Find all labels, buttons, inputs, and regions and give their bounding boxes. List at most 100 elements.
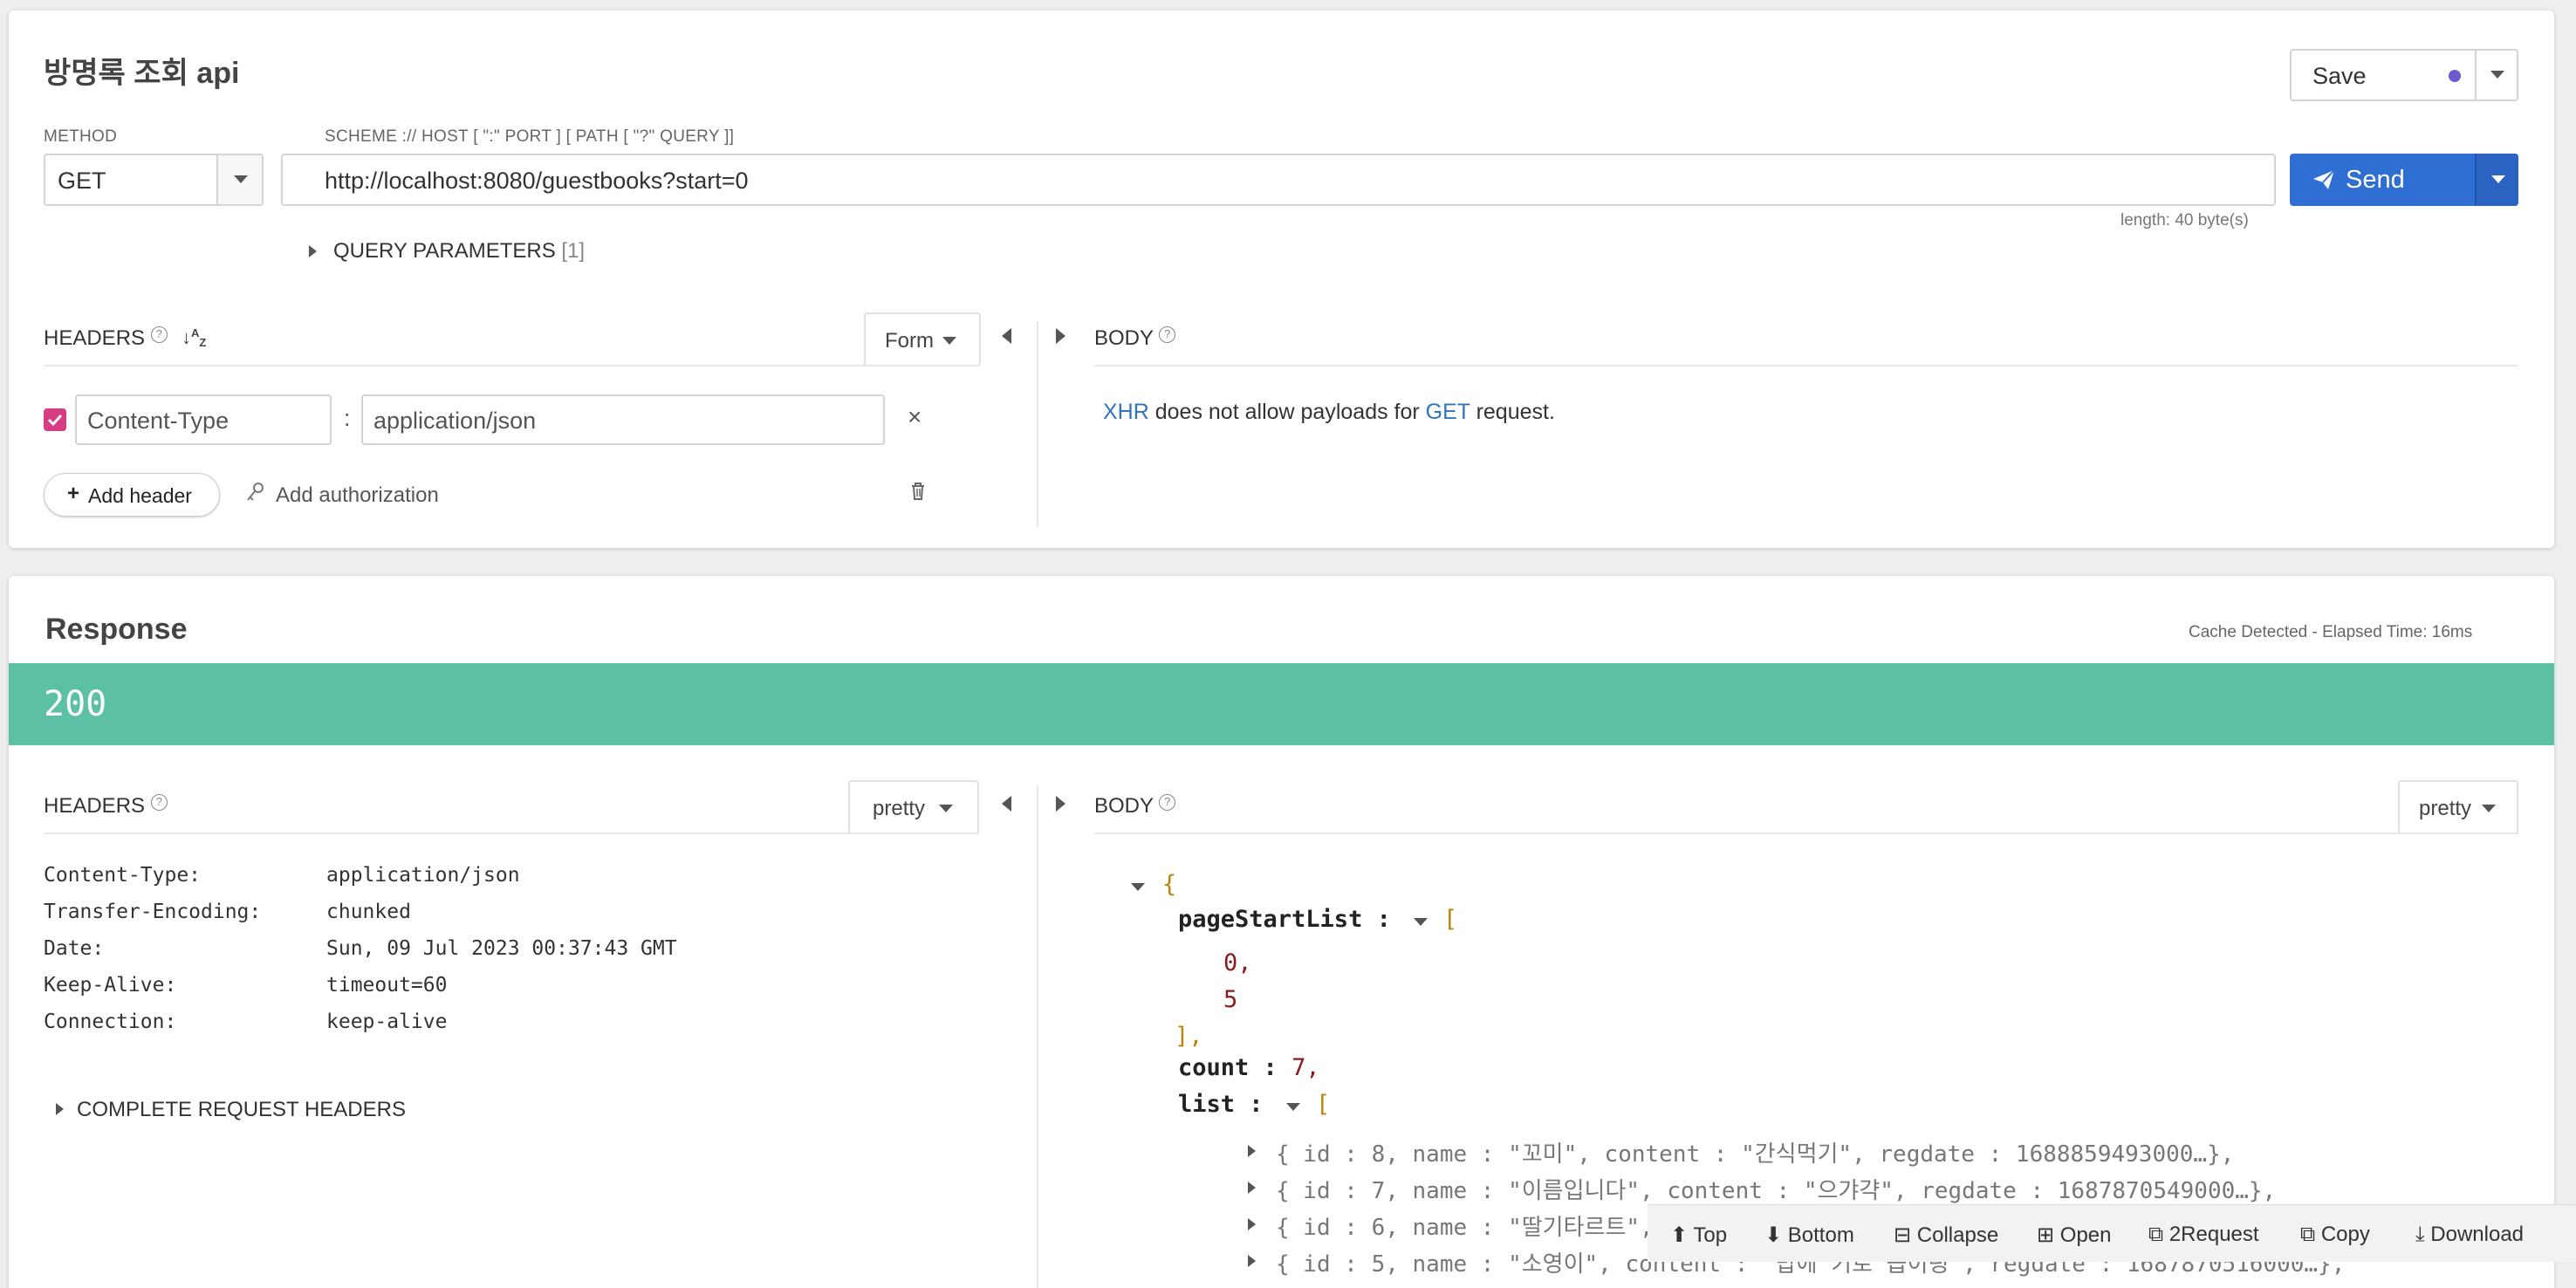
scroll-bottom-button[interactable]: ⬇ Bottom <box>1764 1223 1854 1248</box>
chevron-down-icon <box>942 337 956 345</box>
method-dropdown-button[interactable] <box>216 155 262 204</box>
response-body-mode-select[interactable]: pretty <box>2398 780 2518 834</box>
headers-mode-select[interactable]: Form <box>864 312 981 367</box>
arrow-down-circle-icon: ⬇ <box>1764 1223 1783 1247</box>
header-key-value: Content-Type <box>87 408 230 434</box>
check-icon <box>47 414 63 427</box>
collapse-right-button[interactable] <box>1056 328 1065 348</box>
json-value: 5 <box>1223 986 1238 1013</box>
json-array-open: [ <box>1316 1091 1331 1118</box>
header-enabled-checkbox[interactable] <box>44 408 66 431</box>
arrow-up-circle-icon: ⬆ <box>1670 1223 1689 1247</box>
json-array-close: ], <box>1175 1023 1203 1050</box>
json-open-brace: { <box>1162 871 1177 898</box>
json-expand-toggle[interactable] <box>1248 1255 1256 1267</box>
panel-divider <box>1037 785 1038 1288</box>
plus-square-icon: ⊞ <box>2037 1223 2055 1247</box>
json-key-list: list : <box>1178 1091 1264 1118</box>
scroll-top-button[interactable]: ⬆ Top <box>1670 1223 1727 1248</box>
header-key-input[interactable]: Content-Type <box>75 394 332 445</box>
status-code: 200 <box>44 684 107 724</box>
divider <box>44 832 979 834</box>
method-select[interactable]: GET <box>44 154 264 206</box>
request-title: 방명록 조회 api <box>44 57 240 90</box>
json-list-item: { id : 7, name : "이름입니다", content : "으갸갹… <box>1276 1178 2277 1204</box>
json-collapse-toggle[interactable] <box>1131 883 1145 891</box>
xhr-link[interactable]: XHR <box>1103 400 1149 424</box>
save-split-button: Save <box>2290 49 2518 101</box>
response-header-row: Date: Sun, 09 Jul 2023 00:37:43 GMT <box>44 937 677 960</box>
chevron-down-icon <box>2491 175 2505 183</box>
send-split-button: Send <box>2290 154 2518 206</box>
get-link[interactable]: GET <box>1426 400 1470 424</box>
send-button[interactable]: Send <box>2290 154 2475 206</box>
response-header-row: Keep-Alive: timeout=60 <box>44 974 448 997</box>
response-headers-title: HEADERS ? <box>44 794 168 819</box>
response-headers-mode-select[interactable]: pretty <box>848 780 979 834</box>
json-collapse-toggle[interactable] <box>1414 918 1428 926</box>
remove-header-icon[interactable]: × <box>908 403 921 431</box>
response-body-toolbar: ⬆ Top ⬇ Bottom ⊟ Collapse ⊞ Open ⧉ 2Requ… <box>1648 1204 2576 1262</box>
add-authorization-label: Add authorization <box>276 483 439 507</box>
divider <box>1094 365 2518 367</box>
json-expand-toggle[interactable] <box>1248 1218 1256 1230</box>
download-button[interactable]: ⤓ Download <box>2415 1223 2524 1247</box>
request-headers-title: HEADERS ? <box>44 326 168 351</box>
open-button[interactable]: ⊞ Open <box>2037 1223 2112 1248</box>
trash-icon[interactable] <box>909 482 927 501</box>
caret-right-icon <box>1056 796 1065 812</box>
json-array-open: [ <box>1443 906 1458 933</box>
send-options-button[interactable] <box>2475 154 2518 206</box>
request-body-title: BODY ? <box>1094 326 1176 351</box>
chevron-down-icon <box>939 805 953 812</box>
paper-plane-icon <box>2313 169 2335 189</box>
header-value-input[interactable]: application/json <box>361 394 885 445</box>
json-expand-toggle[interactable] <box>1248 1145 1256 1157</box>
request-panel: 방명록 조회 api Save METHOD GET SCHEME :// HO… <box>9 10 2554 548</box>
help-icon[interactable]: ? <box>150 326 168 343</box>
headers-mode-value: Form <box>885 329 934 353</box>
download-icon: ⤓ <box>2415 1223 2425 1246</box>
minus-square-icon: ⊟ <box>1894 1223 1912 1247</box>
chevron-down-icon <box>234 175 248 183</box>
response-title: Response <box>45 613 188 646</box>
url-scheme-hint: SCHEME :// HOST [ ":" PORT ] [ PATH [ "?… <box>325 127 735 146</box>
json-value: 0, <box>1223 949 1252 976</box>
divider <box>1094 832 2518 834</box>
caret-right-icon <box>56 1103 64 1115</box>
response-body-mode-value: pretty <box>2419 797 2472 820</box>
help-icon[interactable]: ? <box>1159 794 1176 811</box>
url-input[interactable]: http://localhost:8080/guestbooks?start=0 <box>281 154 2276 206</box>
save-label: Save <box>2312 63 2367 89</box>
json-expand-toggle[interactable] <box>1248 1182 1256 1194</box>
response-panel: Response Cache Detected - Elapsed Time: … <box>9 576 2554 1288</box>
query-params-label: QUERY PARAMETERS [1] <box>333 239 586 263</box>
collapse-left-button[interactable] <box>1002 328 1011 348</box>
help-icon[interactable]: ? <box>150 794 168 811</box>
save-options-button[interactable] <box>2475 51 2517 99</box>
collapse-right-button[interactable] <box>1056 796 1065 816</box>
add-header-button[interactable]: + Add header <box>44 473 220 517</box>
response-header-row: Content-Type: application/json <box>44 864 520 887</box>
help-icon[interactable]: ? <box>1159 326 1176 343</box>
unsaved-dot-icon <box>2449 70 2461 82</box>
add-header-label: Add header <box>88 484 192 507</box>
response-body-title: BODY ? <box>1094 794 1176 819</box>
method-label: METHOD <box>44 127 118 146</box>
caret-left-icon <box>1002 796 1011 812</box>
chevron-down-icon <box>2490 71 2504 79</box>
to-request-button[interactable]: ⧉ 2Request <box>2148 1223 2259 1247</box>
header-value-value: application/json <box>373 408 537 434</box>
save-button[interactable]: Save <box>2292 51 2475 99</box>
url-length: length: 40 byte(s) <box>2120 211 2249 230</box>
copy-icon: ⧉ <box>2148 1223 2164 1246</box>
caret-right-icon <box>309 245 317 257</box>
json-collapse-toggle[interactable] <box>1286 1103 1300 1111</box>
url-value: http://localhost:8080/guestbooks?start=0 <box>325 168 749 194</box>
plus-icon: + <box>67 482 80 505</box>
json-key-pagestartlist: pageStartList : <box>1178 906 1391 933</box>
collapse-button[interactable]: ⊟ Collapse <box>1894 1223 1998 1248</box>
sort-alpha-icon[interactable]: ↓AZ <box>182 326 206 349</box>
collapse-left-button[interactable] <box>1002 796 1011 816</box>
copy-button[interactable]: ⧉ Copy <box>2300 1223 2370 1247</box>
